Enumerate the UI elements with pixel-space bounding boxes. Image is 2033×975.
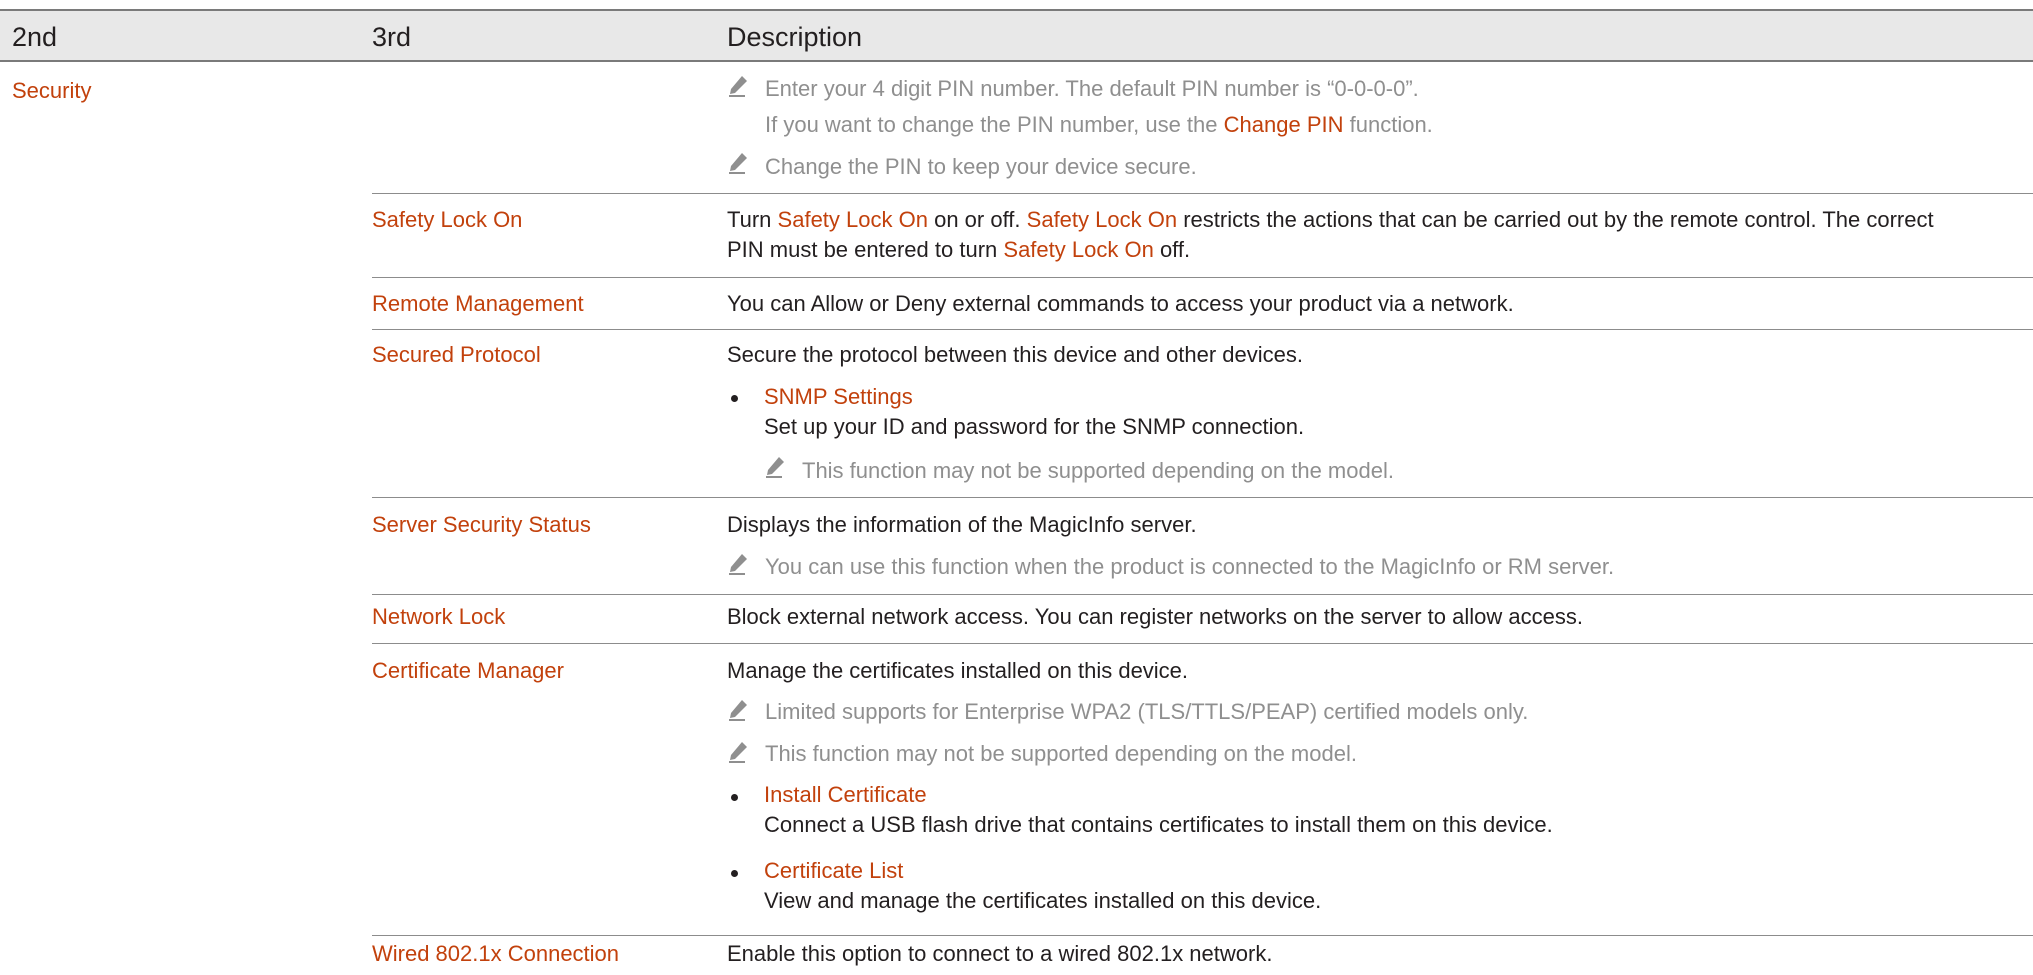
secured-protocol-label: Secured Protocol (372, 342, 541, 367)
remote-management-label: Remote Management (372, 291, 584, 316)
row-divider (372, 329, 2033, 330)
row-divider (372, 594, 2033, 595)
install-certificate-title: Install Certificate (764, 782, 927, 807)
header-3rd: 3rd (372, 22, 412, 52)
safety-lock-ref: Safety Lock On (1026, 207, 1178, 232)
certificate-manager-label: Certificate Manager (372, 658, 564, 683)
desc-text: PIN must be entered to turn (727, 237, 998, 262)
manual-table: 2nd 3rd Description Security Enter your … (0, 0, 2033, 975)
row-divider (372, 277, 2033, 278)
certificate-list-desc: View and manage the certificates install… (764, 888, 1322, 913)
row-divider (372, 497, 2033, 498)
wired-8021x-label: Wired 802.1x Connection (372, 941, 620, 966)
row-divider (372, 193, 2033, 194)
safety-lock-desc-2: PIN must be entered to turn Safety Lock … (727, 235, 1190, 265)
pencil-note-icon (766, 457, 784, 478)
snmp-note: This function may not be supported depen… (802, 458, 1394, 483)
safety-lock-desc-1: Turn Safety Lock On on or off. Safety Lo… (727, 205, 1934, 235)
network-lock-label: Network Lock (372, 604, 506, 629)
pencil-note-icon (729, 742, 747, 763)
desc-text: restricts the actions that can be carrie… (1183, 207, 1934, 232)
pencil-note-icon (729, 700, 747, 721)
change-pin-link[interactable]: Change PIN (1224, 112, 1344, 137)
safety-lock-ref: Safety Lock On (777, 207, 928, 232)
bullet-icon (731, 395, 738, 402)
network-lock-desc: Block external network access. You can r… (727, 604, 1583, 629)
table-header (0, 11, 2033, 60)
pin-note-1b: If you want to change the PIN number, us… (765, 110, 1433, 140)
safety-lock-ref: Safety Lock On (1003, 237, 1154, 262)
wired-8021x-desc: Enable this option to connect to a wired… (727, 941, 1273, 966)
bullet-icon (731, 794, 738, 801)
pin-note-2: Change the PIN to keep your device secur… (765, 154, 1197, 179)
header-rule (0, 60, 2033, 62)
desc-text: on or off. (934, 207, 1021, 232)
server-security-note: You can use this function when the produ… (765, 554, 1615, 579)
security-label: Security (12, 78, 92, 103)
header-2nd: 2nd (12, 22, 58, 52)
certificate-manager-desc: Manage the certificates installed on thi… (727, 658, 1189, 683)
cert-note-2: This function may not be supported depen… (765, 741, 1357, 766)
certificate-list-title: Certificate List (764, 858, 904, 883)
pin-note-text-end: function. (1349, 112, 1433, 137)
snmp-settings-title: SNMP Settings (764, 384, 913, 409)
pencil-note-icon (729, 554, 747, 575)
snmp-settings-desc: Set up your ID and password for the SNMP… (764, 414, 1305, 439)
secured-protocol-desc: Secure the protocol between this device … (727, 342, 1304, 367)
install-certificate-desc: Connect a USB flash drive that contains … (764, 812, 1553, 837)
header-description: Description (727, 22, 863, 52)
cert-note-1: Limited supports for Enterprise WPA2 (TL… (765, 699, 1529, 724)
server-security-label: Server Security Status (372, 512, 591, 537)
pin-note-text: If you want to change the PIN number, us… (765, 112, 1218, 137)
desc-text: off. (1159, 237, 1191, 262)
server-security-desc: Displays the information of the MagicInf… (727, 512, 1197, 537)
desc-text: Turn (727, 207, 772, 232)
row-divider (372, 935, 2033, 936)
bullet-icon (731, 870, 738, 877)
safety-lock-label: Safety Lock On (372, 207, 523, 232)
pencil-note-icon (729, 76, 747, 97)
pin-note-1: Enter your 4 digit PIN number. The defau… (765, 76, 1419, 101)
pencil-note-icon (729, 153, 747, 174)
remote-management-desc: You can Allow or Deny external commands … (727, 291, 1514, 316)
row-divider (372, 643, 2033, 644)
